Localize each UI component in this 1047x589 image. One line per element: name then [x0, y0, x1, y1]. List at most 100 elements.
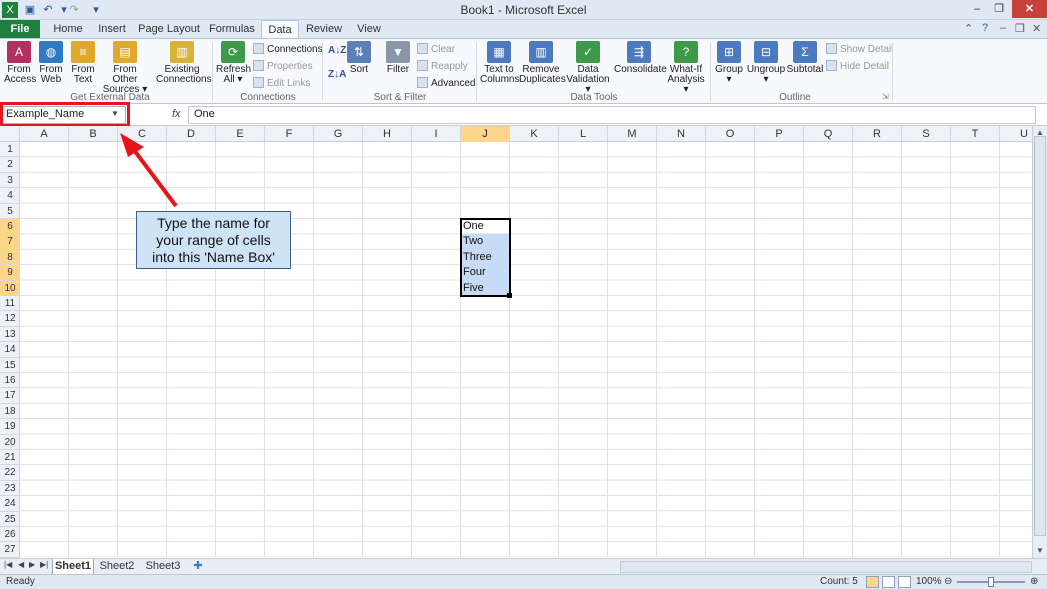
column-header-r[interactable]: R [853, 126, 902, 142]
text-to-columns-button[interactable]: ▦ Text to Columns [480, 41, 519, 85]
sheet-tab-1[interactable]: Sheet1 [52, 559, 94, 575]
column-header-d[interactable]: D [167, 126, 216, 142]
existing-connections-button[interactable]: ▥ Existing Connections [156, 41, 212, 85]
properties-button[interactable]: Properties [253, 60, 313, 72]
refresh-all-button[interactable]: ⟳ Refresh All ▾ [216, 41, 251, 85]
from-text-button[interactable]: ≡ From Text [68, 41, 98, 85]
tab-insert[interactable]: Insert [92, 20, 132, 38]
worksheet-grid[interactable]: One Two Three Four Five [20, 142, 1032, 557]
column-header-i[interactable]: I [412, 126, 461, 142]
advanced-filter-button[interactable]: Advanced [417, 77, 475, 89]
restore-button[interactable]: ❐ [988, 0, 1010, 18]
row-header-21[interactable]: 21 [0, 450, 20, 466]
vertical-scroll-thumb[interactable] [1034, 136, 1046, 536]
first-sheet-icon[interactable]: |◀ [4, 560, 12, 569]
close-button[interactable]: ✕ [1012, 0, 1047, 18]
workbook-close-icon[interactable]: ✕ [1032, 22, 1041, 35]
edit-links-button[interactable]: Edit Links [253, 77, 310, 89]
hide-detail-button[interactable]: Hide Detail [826, 60, 889, 72]
row-header-26[interactable]: 26 [0, 527, 20, 543]
workbook-minimize-icon[interactable]: – [1000, 22, 1006, 34]
row-header-5[interactable]: 5 [0, 204, 20, 219]
column-header-m[interactable]: M [608, 126, 657, 142]
from-access-button[interactable]: A From Access [4, 41, 36, 85]
show-detail-button[interactable]: Show Detail [826, 43, 893, 55]
from-other-sources-button[interactable]: ▤ From Other Sources ▾ [100, 41, 150, 95]
row-header-18[interactable]: 18 [0, 404, 20, 420]
row-header-20[interactable]: 20 [0, 435, 20, 450]
row-header-7[interactable]: 7 [0, 234, 20, 250]
tab-page-layout[interactable]: Page Layout [138, 20, 200, 38]
normal-view-icon[interactable] [866, 576, 879, 588]
sort-za-icon[interactable]: Z↓A [328, 69, 346, 80]
row-header-24[interactable]: 24 [0, 496, 20, 512]
tab-file[interactable]: File [0, 20, 40, 38]
subtotal-button[interactable]: Σ Subtotal [786, 41, 824, 75]
last-sheet-icon[interactable]: ▶| [40, 560, 48, 569]
what-if-analysis-button[interactable]: ? What-If Analysis ▾ [666, 41, 706, 95]
column-header-k[interactable]: K [510, 126, 559, 142]
column-header-t[interactable]: T [951, 126, 1000, 142]
row-header-12[interactable]: 12 [0, 311, 20, 327]
remove-duplicates-button[interactable]: ▥ Remove Duplicates [519, 41, 566, 85]
group-button[interactable]: ⊞ Group ▾ [714, 41, 744, 85]
row-header-1[interactable]: 1 [0, 142, 20, 158]
column-header-b[interactable]: B [69, 126, 118, 142]
tab-data[interactable]: Data [261, 20, 299, 38]
zoom-in-icon[interactable]: ⊕ [1030, 576, 1038, 587]
select-all-button[interactable] [0, 126, 20, 142]
row-header-25[interactable]: 25 [0, 512, 20, 527]
column-header-a[interactable]: A [20, 126, 69, 142]
from-web-button[interactable]: ◍ From Web [36, 41, 66, 85]
ungroup-button[interactable]: ⊟ Ungroup ▾ [746, 41, 786, 85]
consolidate-button[interactable]: ⇶ Consolidate [614, 41, 667, 75]
row-header-4[interactable]: 4 [0, 188, 20, 204]
data-validation-button[interactable]: ✓ Data Validation ▾ [565, 41, 611, 95]
fill-handle[interactable] [507, 293, 512, 298]
vertical-scrollbar[interactable]: ▲ ▼ [1032, 126, 1047, 558]
sort-button[interactable]: ⇅ Sort [346, 41, 372, 75]
sort-az-icon[interactable]: A↓Z [328, 45, 346, 56]
row-header-13[interactable]: 13 [0, 327, 20, 343]
clear-filter-button[interactable]: Clear [417, 43, 455, 55]
row-header-11[interactable]: 11 [0, 296, 20, 312]
row-header-3[interactable]: 3 [0, 173, 20, 189]
column-header-e[interactable]: E [216, 126, 265, 142]
insert-sheet-icon[interactable]: ✚ [188, 559, 208, 575]
filter-button[interactable]: ▼ Filter [385, 41, 411, 75]
minimize-button[interactable]: – [966, 0, 988, 18]
sheet-tab-3[interactable]: Sheet3 [142, 559, 184, 575]
workbook-restore-icon[interactable]: ❐ [1015, 22, 1025, 35]
tab-formulas[interactable]: Formulas [206, 20, 258, 38]
row-header-27[interactable]: 27 [0, 542, 20, 558]
row-header-2[interactable]: 2 [0, 157, 20, 173]
row-header-19[interactable]: 19 [0, 419, 20, 435]
row-header-17[interactable]: 17 [0, 388, 20, 404]
prev-sheet-icon[interactable]: ◀ [18, 560, 24, 569]
column-header-p[interactable]: P [755, 126, 804, 142]
column-header-l[interactable]: L [559, 126, 608, 142]
tab-review[interactable]: Review [303, 20, 345, 38]
column-header-q[interactable]: Q [804, 126, 853, 142]
row-header-15[interactable]: 15 [0, 358, 20, 373]
row-header-16[interactable]: 16 [0, 373, 20, 389]
zoom-out-icon[interactable]: ⊖ [944, 576, 952, 587]
outline-dialog-launcher-icon[interactable]: ⇲ [882, 92, 889, 101]
row-header-10[interactable]: 10 [0, 280, 20, 296]
help-icon[interactable]: ? [982, 22, 988, 34]
formula-input[interactable]: One [188, 106, 1036, 124]
connections-button[interactable]: Connections [253, 43, 323, 55]
row-header-9[interactable]: 9 [0, 265, 20, 281]
column-header-h[interactable]: H [363, 126, 412, 142]
row-header-14[interactable]: 14 [0, 342, 20, 358]
next-sheet-icon[interactable]: ▶ [29, 560, 35, 569]
page-layout-view-icon[interactable] [882, 576, 895, 588]
row-header-8[interactable]: 8 [0, 249, 20, 266]
column-header-n[interactable]: N [657, 126, 706, 142]
horizontal-scrollbar[interactable] [620, 561, 1032, 573]
insert-function-icon[interactable]: fx [172, 108, 181, 120]
sheet-tab-2[interactable]: Sheet2 [96, 559, 138, 575]
column-header-s[interactable]: S [902, 126, 951, 142]
column-header-o[interactable]: O [706, 126, 755, 142]
row-header-6[interactable]: 6 [0, 219, 20, 235]
